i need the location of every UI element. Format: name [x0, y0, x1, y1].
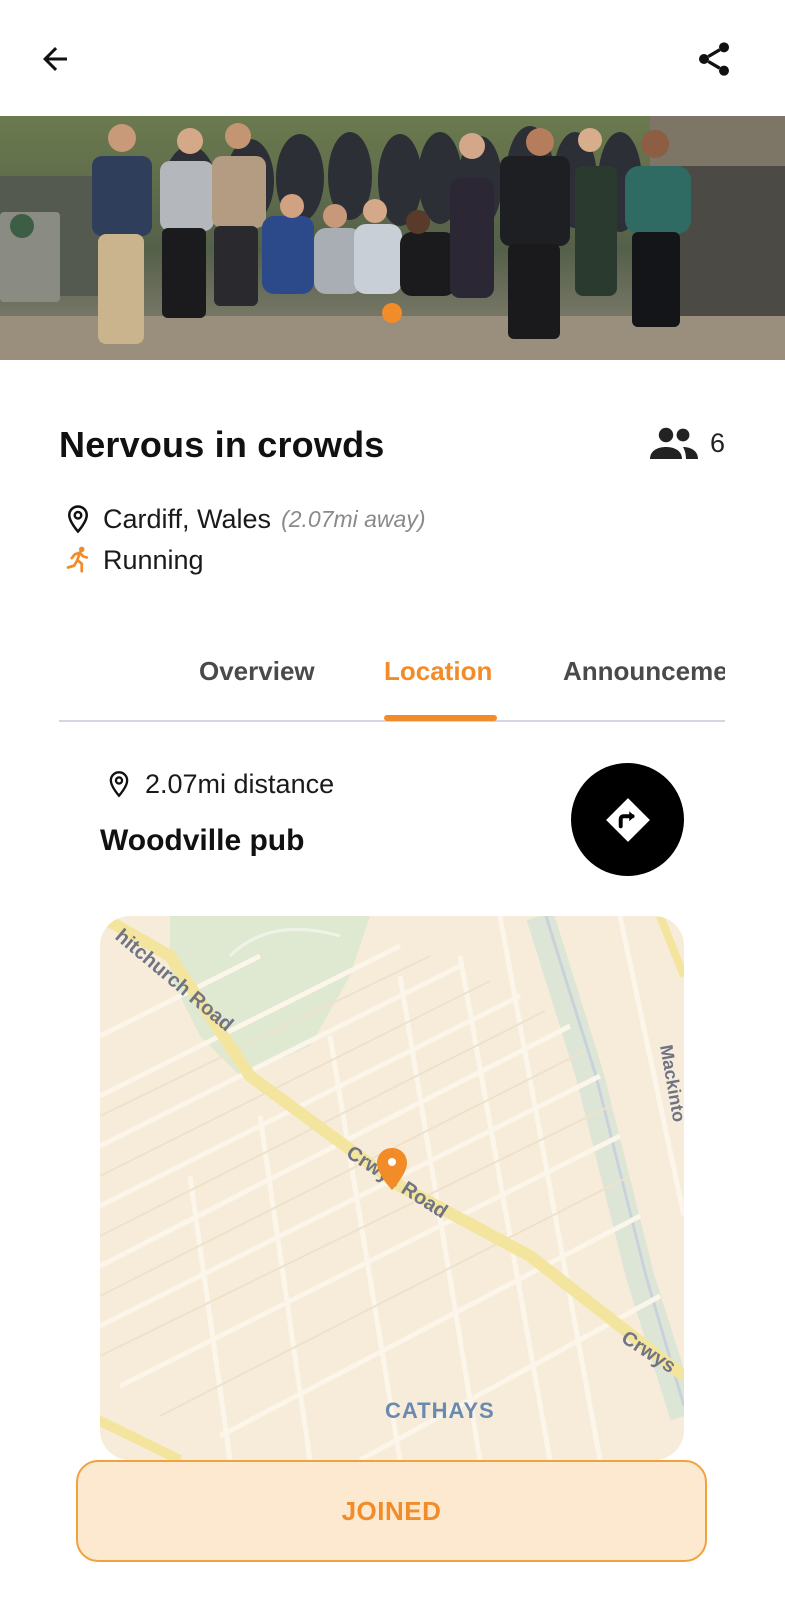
- share-icon: [699, 42, 729, 76]
- directions-icon: [605, 797, 650, 842]
- group-photo: [0, 116, 785, 360]
- tab-overview[interactable]: Overview: [199, 656, 315, 687]
- location-pin-icon: [109, 771, 129, 798]
- top-bar: [0, 0, 785, 116]
- district-label: CATHAYS: [385, 1398, 495, 1423]
- tab-location[interactable]: Location: [384, 656, 492, 687]
- tab-bar: Overview Location Announceme: [59, 640, 725, 722]
- arrow-left-icon: [43, 47, 67, 71]
- share-button[interactable]: [686, 31, 742, 87]
- venue-name: Woodville pub: [100, 824, 305, 857]
- group-activity: Running: [63, 543, 204, 577]
- active-tab-indicator: [384, 715, 497, 721]
- location-map[interactable]: hitchurch Road Crwys Road Crwys Mackinto…: [100, 916, 684, 1460]
- venue-distance-text: 2.07mi distance: [145, 768, 335, 799]
- activity-text: Running: [103, 544, 204, 575]
- carousel-indicator-dot[interactable]: [382, 303, 402, 323]
- directions-button[interactable]: [571, 763, 684, 876]
- location-pin-icon: [67, 505, 89, 534]
- joined-button[interactable]: JOINED: [76, 1460, 707, 1562]
- running-icon: [66, 546, 89, 573]
- tab-announcements[interactable]: Announceme: [563, 656, 725, 687]
- venue-distance: 2.07mi distance: [105, 768, 334, 800]
- member-count-value: 6: [710, 427, 726, 458]
- member-count[interactable]: 6: [650, 427, 725, 459]
- group-icon: [650, 427, 698, 459]
- group-location: Cardiff, Wales (2.07mi away): [63, 503, 426, 535]
- back-button[interactable]: [27, 31, 83, 87]
- distance-away-text: (2.07mi away): [281, 505, 426, 532]
- group-title: Nervous in crowds: [59, 424, 385, 465]
- location-text: Cardiff, Wales: [103, 503, 272, 534]
